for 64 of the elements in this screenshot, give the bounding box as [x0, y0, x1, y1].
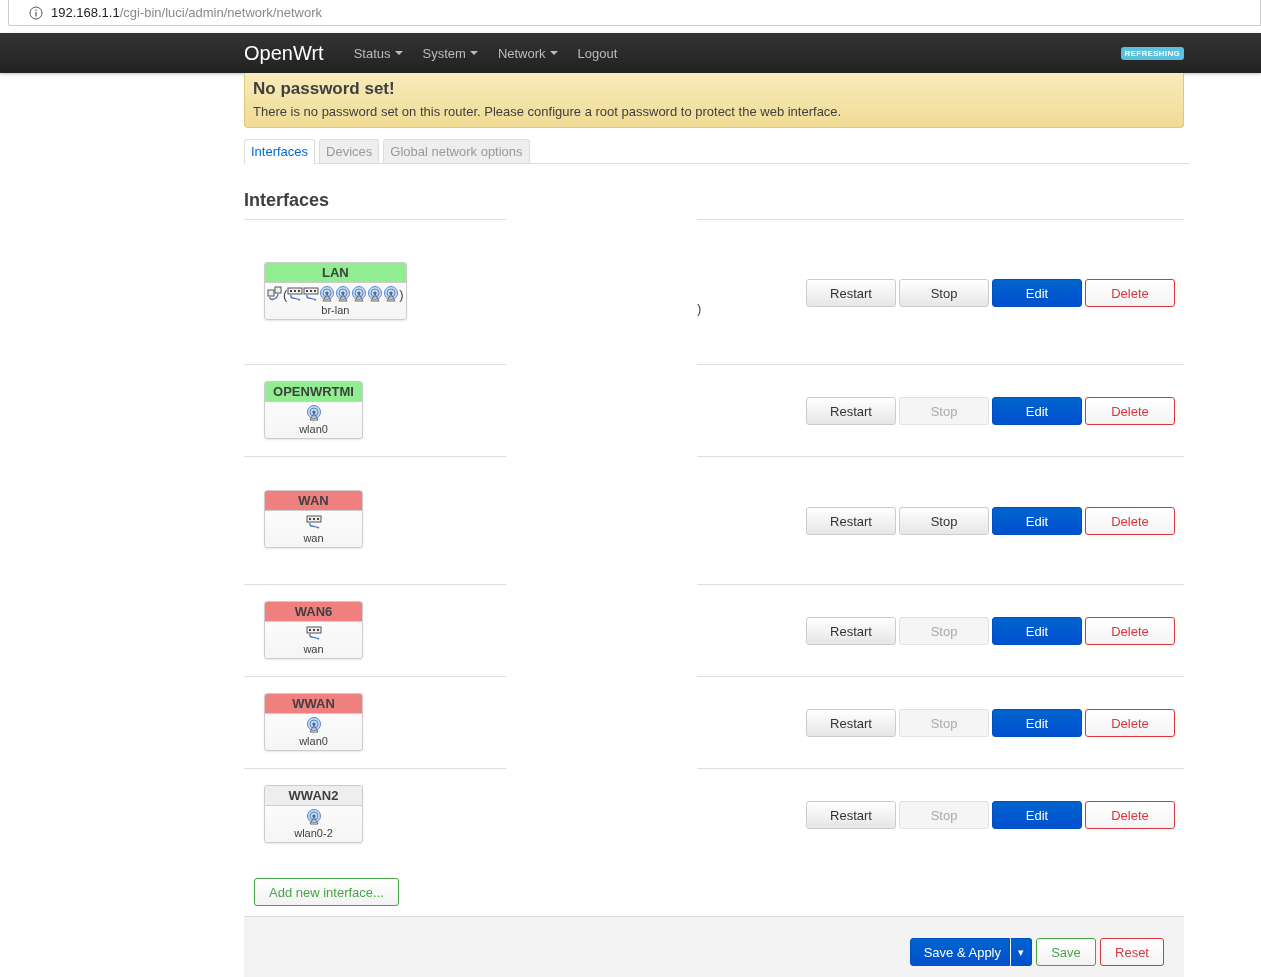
action-button[interactable]: Edit — [992, 279, 1082, 307]
alert-title: No password set! — [253, 79, 396, 99]
action-button[interactable]: Delete — [1085, 709, 1175, 737]
url-text: 192.168.1.1/cgi-bin/luci/admin/network/network — [51, 5, 322, 20]
ethernet-port-icon — [305, 625, 322, 641]
interface-name: LAN — [265, 263, 406, 283]
action-button[interactable]: Restart — [806, 397, 896, 425]
wireless-icon — [335, 286, 352, 302]
stray-text: ) — [697, 301, 702, 316]
menu-item[interactable]: Network — [497, 45, 558, 61]
action-button[interactable]: Restart — [806, 801, 896, 829]
device-name: br-lan — [320, 304, 351, 316]
action-button[interactable]: Delete — [1085, 279, 1175, 307]
section-title: Interfaces — [244, 190, 331, 212]
action-button[interactable]: Restart — [806, 709, 896, 737]
brand-link[interactable]: OpenWrt — [244, 41, 324, 65]
parenthesis: ) — [399, 286, 404, 302]
action-button[interactable]: Edit — [992, 397, 1082, 425]
interface-name: WAN6 — [265, 602, 362, 622]
device-name: wan — [302, 643, 325, 655]
action-button[interactable]: Edit — [992, 507, 1082, 535]
wireless-icon — [383, 286, 400, 302]
wireless-icon — [305, 405, 322, 421]
parenthesis: ( — [283, 286, 288, 302]
action-button[interactable]: Edit — [992, 709, 1082, 737]
menu-item[interactable]: System — [422, 45, 478, 61]
wireless-icon — [319, 286, 336, 302]
action-button[interactable]: Delete — [1085, 507, 1175, 535]
action-button[interactable]: Restart — [806, 279, 896, 307]
wireless-icon — [305, 809, 322, 825]
ethernet-port-icon — [305, 514, 322, 530]
reset-button[interactable]: Reset — [1100, 938, 1164, 966]
save-apply-button[interactable]: Save & Apply — [909, 938, 1010, 966]
interface-name: WWAN2 — [265, 786, 362, 806]
action-button[interactable]: Edit — [992, 617, 1082, 645]
ethernet-port-icon — [287, 286, 304, 302]
device-name: wlan0 — [298, 735, 329, 747]
action-button[interactable]: Stop — [899, 279, 989, 307]
wireless-icon — [351, 286, 368, 302]
device-name: wan — [302, 532, 325, 544]
action-button[interactable]: Delete — [1085, 617, 1175, 645]
info-icon[interactable] — [29, 5, 43, 20]
action-button[interactable]: Delete — [1085, 801, 1175, 829]
interface-name: OPENWRTMI — [265, 382, 362, 402]
ethernet-port-icon — [303, 286, 320, 302]
device-name: wlan0 — [298, 423, 329, 435]
wireless-icon — [367, 286, 384, 302]
action-button[interactable]: Delete — [1085, 397, 1175, 425]
interface-name: WWAN — [265, 694, 362, 714]
device-name: wlan0-2 — [293, 827, 334, 839]
address-bar[interactable]: 192.168.1.1/cgi-bin/luci/admin/network/network — [8, 0, 1261, 26]
tab[interactable]: Interfaces — [244, 139, 316, 164]
alert-text: There is no password set on this router. Please configure a root password to protect the web interface. — [253, 104, 843, 119]
menu-item[interactable]: Status — [353, 45, 403, 61]
status-badge: REFRESHING — [1120, 46, 1184, 60]
dropdown-button[interactable]: ▾ — [1010, 938, 1032, 966]
action-button[interactable]: Edit — [992, 801, 1082, 829]
bridge-icon — [267, 286, 283, 302]
menu-item[interactable]: Logout — [577, 45, 618, 61]
wireless-icon — [305, 717, 322, 733]
action-button[interactable]: Stop — [899, 507, 989, 535]
action-button[interactable]: Restart — [806, 617, 896, 645]
action-button[interactable]: Restart — [806, 507, 896, 535]
interface-name: WAN — [265, 491, 362, 511]
